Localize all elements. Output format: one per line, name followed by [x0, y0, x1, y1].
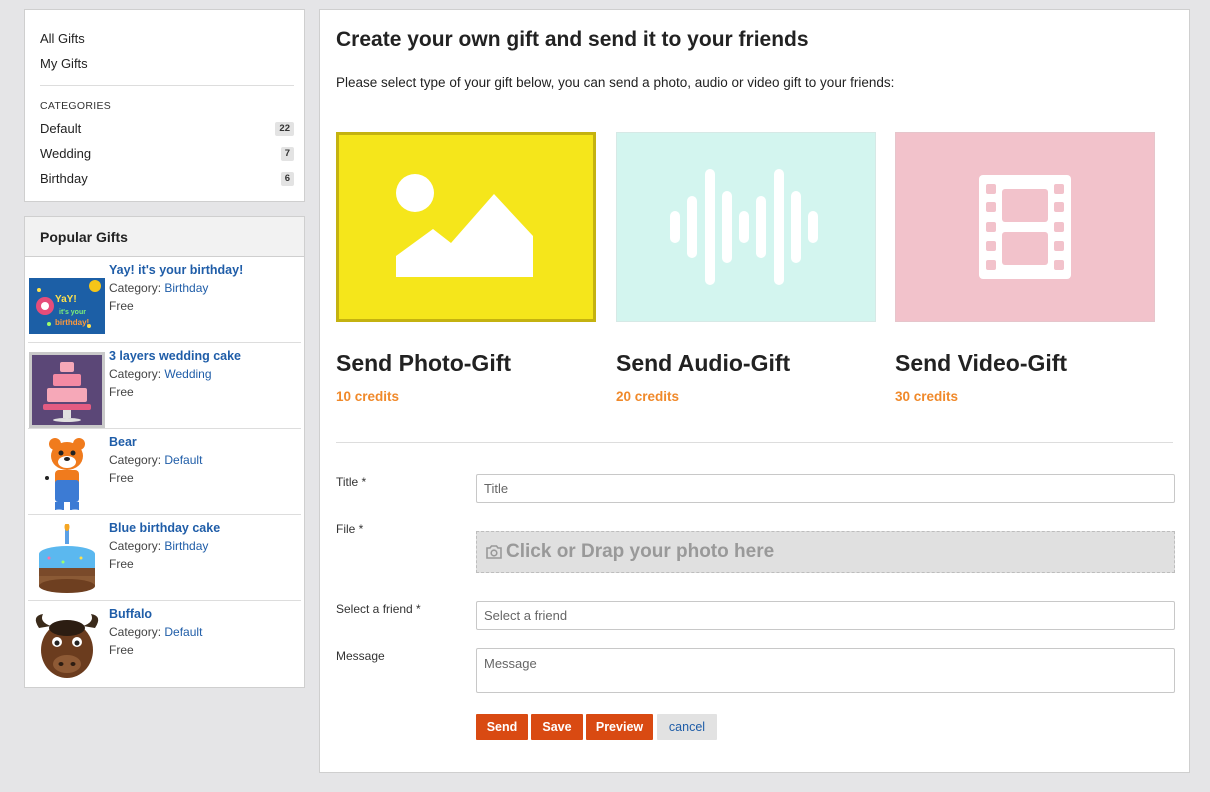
film-strip-icon	[979, 175, 1071, 279]
popular-gift-price: Free	[109, 643, 134, 657]
popular-gift-price: Free	[109, 299, 134, 313]
page-title: Create your own gift and send it to your…	[336, 28, 809, 51]
category-prefix: Category:	[109, 625, 162, 639]
categories-heading: CATEGORIES	[40, 100, 112, 112]
category-count-badge: 7	[280, 146, 294, 161]
birthday-card-icon[interactable]: YaY! it's your birthday!	[29, 266, 105, 342]
gift-type-name: Send Video-Gift	[895, 350, 1068, 376]
svg-text:birthday!: birthday!	[55, 318, 89, 327]
title-input[interactable]	[476, 474, 1175, 503]
gift-nav-panel: All Gifts My Gifts CATEGORIES Default 22…	[24, 9, 305, 202]
image-icon	[396, 174, 533, 277]
file-drop-zone[interactable]: Click or Drap your photo here	[476, 531, 1175, 573]
gift-type-video[interactable]: Send Video-Gift 30 credits	[895, 132, 1155, 404]
category-count-badge: 6	[280, 171, 294, 186]
popular-gift-category: Category: Default	[109, 623, 202, 641]
popular-gifts-heading: Popular Gifts	[25, 217, 304, 257]
preview-button[interactable]: Preview	[586, 714, 653, 740]
gift-type-photo[interactable]: Send Photo-Gift 10 credits	[336, 132, 596, 404]
category-wedding[interactable]: Wedding 7	[40, 141, 294, 166]
popular-gift-info: Blue birthday cake Category: Birthday Fr…	[109, 519, 220, 573]
nav-all-gifts[interactable]: All Gifts	[40, 26, 294, 51]
popular-gift-title[interactable]: Yay! it's your birthday!	[109, 261, 243, 279]
title-label: Title *	[336, 475, 367, 489]
category-default[interactable]: Default 22	[40, 116, 294, 141]
message-textarea[interactable]	[476, 648, 1175, 693]
category-birthday[interactable]: Birthday 6	[40, 166, 294, 191]
nav-divider	[40, 85, 294, 86]
create-gift-panel: Create your own gift and send it to your…	[319, 9, 1190, 773]
wedding-cake-icon[interactable]	[29, 352, 105, 428]
popular-gift-title[interactable]: Buffalo	[109, 605, 202, 623]
gift-type-name: Send Photo-Gift	[336, 350, 512, 376]
form-divider	[336, 442, 1173, 443]
category-label: Birthday	[40, 171, 88, 186]
cancel-button[interactable]: cancel	[657, 714, 717, 740]
category-prefix: Category:	[109, 539, 162, 553]
popular-gift-item: YaY! it's your birthday! Yay! it's your …	[28, 257, 301, 343]
message-label: Message	[336, 649, 385, 663]
popular-gift-category: Category: Default	[109, 451, 202, 469]
popular-gift-category: Category: Birthday	[109, 279, 243, 297]
popular-gift-title[interactable]: 3 layers wedding cake	[109, 347, 241, 365]
popular-gift-item: Bear Category: Default Free	[28, 429, 301, 515]
category-label: Default	[40, 121, 82, 136]
file-drop-text: Click or Drap your photo here	[506, 541, 775, 562]
popular-gift-category-link[interactable]: Birthday	[164, 281, 208, 295]
gift-type-photo-tile[interactable]	[336, 132, 596, 322]
popular-gift-price: Free	[109, 557, 134, 571]
file-label: File *	[336, 522, 364, 536]
popular-gift-info: 3 layers wedding cake Category: Wedding …	[109, 347, 241, 401]
camera-icon	[486, 545, 502, 559]
popular-gift-info: Bear Category: Default Free	[109, 433, 202, 487]
popular-gift-category: Category: Birthday	[109, 537, 220, 555]
popular-gift-title[interactable]: Bear	[109, 433, 202, 451]
audio-wave-icon	[670, 169, 818, 285]
birthday-cake-icon[interactable]	[29, 524, 105, 600]
svg-text:it's your: it's your	[59, 309, 86, 316]
popular-gift-info: Buffalo Category: Default Free	[109, 605, 202, 659]
popular-gift-category-link[interactable]: Wedding	[164, 367, 211, 381]
gift-type-video-tile[interactable]	[895, 132, 1155, 322]
svg-text:YaY!: YaY!	[55, 294, 77, 305]
category-prefix: Category:	[109, 367, 162, 381]
gift-type-audio[interactable]: Send Audio-Gift 20 credits	[616, 132, 876, 404]
category-prefix: Category:	[109, 453, 162, 467]
popular-gift-category: Category: Wedding	[109, 365, 241, 383]
category-prefix: Category:	[109, 281, 162, 295]
popular-gift-title[interactable]: Blue birthday cake	[109, 519, 220, 537]
popular-gifts-panel: Popular Gifts YaY! it's your birthday! Y…	[24, 216, 305, 688]
popular-gift-item: Buffalo Category: Default Free	[28, 601, 301, 687]
gift-type-credits: 30 credits	[895, 389, 959, 404]
gift-type-name: Send Audio-Gift	[616, 350, 791, 376]
buffalo-icon[interactable]	[29, 610, 105, 686]
category-count-badge: 22	[275, 121, 294, 136]
popular-gift-category-link[interactable]: Default	[164, 625, 202, 639]
friend-select-input[interactable]	[476, 601, 1175, 630]
popular-gift-item: Blue birthday cake Category: Birthday Fr…	[28, 515, 301, 601]
popular-gift-info: Yay! it's your birthday! Category: Birth…	[109, 261, 243, 315]
bear-icon[interactable]	[29, 438, 105, 514]
save-button[interactable]: Save	[531, 714, 583, 740]
category-label: Wedding	[40, 146, 92, 161]
page-subtitle: Please select type of your gift below, y…	[336, 75, 895, 90]
popular-gift-item: 3 layers wedding cake Category: Wedding …	[28, 343, 301, 429]
gift-type-credits: 10 credits	[336, 389, 400, 404]
popular-gift-price: Free	[109, 471, 134, 485]
friend-label: Select a friend *	[336, 602, 421, 616]
popular-gift-price: Free	[109, 385, 134, 399]
send-button[interactable]: Send	[476, 714, 528, 740]
gift-type-audio-tile[interactable]	[616, 132, 876, 322]
popular-gift-category-link[interactable]: Birthday	[164, 539, 208, 553]
gift-type-credits: 20 credits	[616, 389, 680, 404]
popular-gift-category-link[interactable]: Default	[164, 453, 202, 467]
nav-my-gifts[interactable]: My Gifts	[40, 51, 294, 76]
